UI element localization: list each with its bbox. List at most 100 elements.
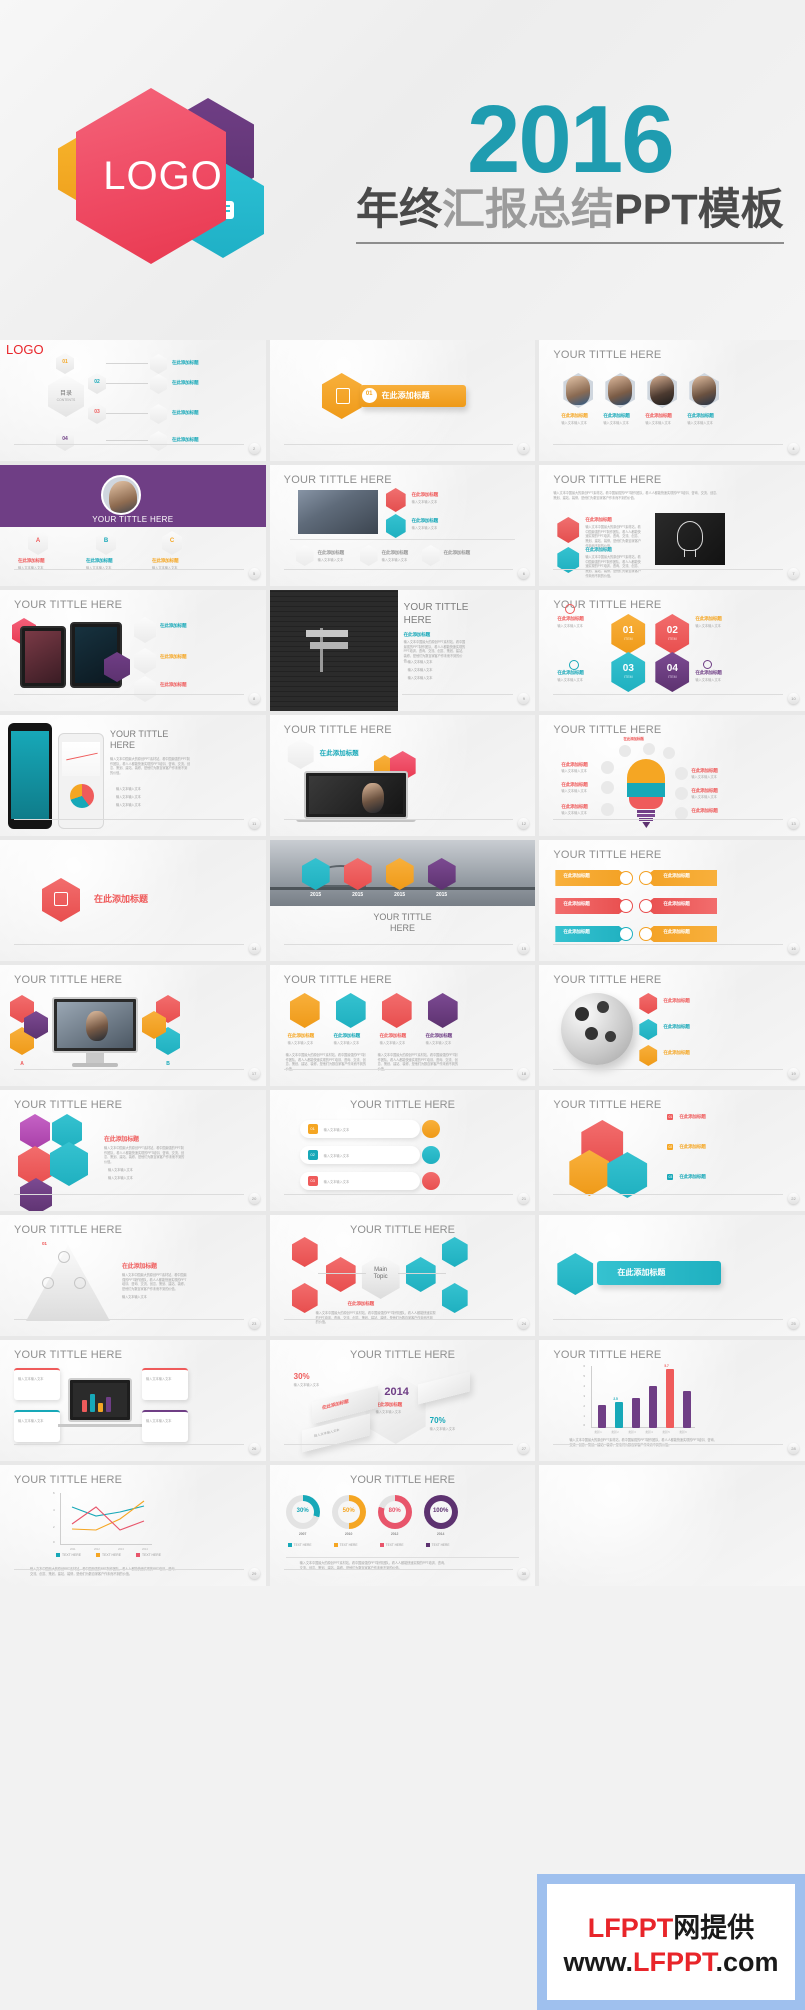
arrow-bar-icon — [619, 871, 634, 885]
slide-thumbnail[interactable]: YOUR TITTLE HERE 6 4 2 0 2011 2012 2013 … — [0, 1465, 266, 1586]
bulb-callout-text: 输入文本输入文本 — [561, 811, 587, 815]
legend-swatch-red — [136, 1553, 140, 1558]
slide-title: YOUR TITTLE HERE — [283, 974, 392, 986]
slide-number: 29 — [248, 1568, 260, 1579]
section-label: 在此添加标题 — [403, 632, 431, 637]
pyramid-body: 输入文本中国最大的原创PPT素材站，看中国最强的PPT制作团队，看人人都能快速实… — [122, 1273, 187, 1291]
contents-number: 02 — [94, 379, 100, 385]
hex-callout-text: 输入文本输入文本 — [557, 678, 583, 682]
slide-thumbnail[interactable]: YOUR TITTLE HERE 在此添加标题 输入文本输入文本 在此添加标题 … — [269, 965, 536, 1086]
slide-thumbnail[interactable]: YOUR TITTLE HERE 01 输入文本输入文本 02 输入文本输入文本… — [269, 1090, 536, 1211]
slide-title: YOUR TITTLE HERE — [14, 974, 123, 986]
slide-thumbnail[interactable]: YOUR TITTLE HERE 在此添加标题 在此添加标题 在此添加标题 19 — [539, 965, 805, 1086]
slide-thumbnail[interactable]: LOGO 目录 CONTENTS 01 02 03 04 在此添加标题 在此添加… — [0, 340, 266, 461]
slide-thumbnail[interactable]: YOUR TITTLE HERE A B C 在此添加标题 输入文本输入文本 在… — [0, 465, 266, 586]
x-tick: 类别 2 — [611, 1431, 619, 1434]
slide-thumbnail[interactable]: YOUR TITTLE HERE 输入文本中国最大的原创PPT素材站，看中国最强… — [539, 465, 805, 586]
percent-label: 30% — [293, 1372, 310, 1381]
slide-thumbnail[interactable]: YOUR TITTLE HERE 在此添加标题 输入文本中国最大的原创PPT素材… — [269, 590, 536, 711]
row-text: 输入文本输入文本 — [323, 1180, 350, 1184]
title-underline — [356, 241, 784, 244]
person-photo — [86, 1011, 108, 1041]
bullet-label: 在此添加标题 — [663, 998, 690, 1003]
bulb-base-2 — [637, 814, 656, 817]
line-chart-plot: 6 4 2 0 2011 2012 2013 2014 — [53, 1491, 152, 1551]
slide-thumbnail[interactable]: YOUR TITTLE HERE 在此添加标题 输入文本中国最大的原创PPT素材… — [0, 1090, 266, 1211]
bar — [683, 1391, 692, 1428]
watermark-overlay: LFPPT网提供 www.LFPPT.com — [537, 1874, 805, 2010]
slide-thumbnail[interactable]: YOUR TITTLE HERE 输入文本输入文本 输入文本输入文本 输入文本输… — [0, 1340, 266, 1461]
idea-photo — [655, 513, 726, 565]
slide-number: 10 — [787, 693, 799, 704]
hex-number: 03 — [622, 663, 634, 674]
hub-connector — [397, 1273, 446, 1274]
slide-thumbnail[interactable]: YOUR TITTLE HERE 在此添加标题 在此添加标题 在此添加标题 在此… — [539, 840, 805, 961]
slide-title: YOUR TITTLE HERE — [283, 724, 392, 736]
row-badge: 01 — [307, 1124, 318, 1134]
timeline-year: 2015 — [436, 892, 448, 898]
slide-thumbnail[interactable]: YOUR TITTLE HERE 在此添加标题 输入文本输入文本 在此添加标题 … — [539, 340, 805, 461]
avatar — [566, 376, 591, 405]
monitor-device — [52, 997, 138, 1053]
slide-thumbnail[interactable]: 在此添加标题 14 — [0, 840, 266, 961]
slide-thumbnail[interactable]: 01 在此添加标题 3 — [269, 340, 536, 461]
hex-text: 输入文本输入文本 — [425, 1041, 452, 1045]
row-icon — [421, 1172, 440, 1190]
x-tick: 类别 4 — [645, 1431, 653, 1434]
slide-thumbnail[interactable]: YOUR TITTLE HERE 2014 在此添加标题 输入文本输入文本 在此… — [269, 1340, 536, 1461]
bulb-tip — [642, 822, 651, 828]
chart-icon — [601, 781, 615, 794]
slide-thumbnail[interactable]: YOUR TITTLE HERE 输入文本中国最大的原创PPT素材站，看中国最强… — [0, 715, 266, 836]
banner-hexagon — [557, 1253, 594, 1295]
slide-thumbnail[interactable]: YOUR TITTLE HERE 6 5 4 3 2 1 0 2.5 5.7 类… — [539, 1340, 805, 1461]
row-text: 输入文本输入文本 — [323, 1154, 350, 1158]
slide-title: YOUR TITTLE HERE — [553, 1349, 662, 1361]
footer-line — [283, 1319, 514, 1320]
slide-number: 8 — [248, 693, 260, 704]
timeline-label: 在此添加标题 — [375, 1402, 403, 1407]
slide-thumbnail[interactable]: YOUR TITTLE HERE 30% 2007 50% 2010 80% 2… — [269, 1465, 536, 1586]
stack-badge: 01 — [667, 1114, 674, 1120]
hex-callout-text: 输入文本输入文本 — [695, 678, 721, 682]
subtitle-part-1: 年终 — [356, 186, 442, 235]
connector-line — [106, 363, 148, 364]
x-tick: 2013 — [118, 1548, 124, 1551]
slide-thumbnail[interactable]: YOUR TITTLE HERE 01 ITEM 02 ITEM 03 ITEM… — [539, 590, 805, 711]
document-icon — [54, 892, 68, 906]
bar — [615, 1402, 624, 1428]
x-tick: 类别 1 — [594, 1431, 602, 1434]
x-tick: 2012 — [94, 1548, 100, 1551]
laptop-screen — [308, 776, 403, 814]
monitor-base — [72, 1063, 118, 1067]
hex-callout-text: 输入文本输入文本 — [557, 624, 583, 628]
stack-label: 在此添加标题 — [679, 1114, 706, 1119]
percent-label: 70% — [429, 1416, 446, 1425]
tablet-screen — [25, 631, 61, 683]
slide-thumbnail[interactable]: YOUR TITTLE HERE A B 17 — [0, 965, 266, 1086]
slide-thumbnail[interactable]: YOUR TITTLE HERE Main Topic 在此添加标题 输入文本中国… — [269, 1215, 536, 1336]
section-title: 在此添加标题 — [381, 391, 430, 400]
slide-number: 21 — [518, 1193, 530, 1204]
footer-line — [553, 1194, 783, 1195]
list-icon-hex — [385, 514, 406, 538]
slide-thumbnail[interactable]: YOUR TITTLE HERE 01 在此添加标题 输入文本中国最大的原创PP… — [0, 1215, 266, 1336]
footer-line — [553, 819, 783, 820]
legend-label: TEXT HERE — [339, 1543, 358, 1547]
slide-thumbnail[interactable]: YOUR TITTLE HERE 01 在此添加标题 02 在此添加标题 03 … — [539, 1090, 805, 1211]
point-text: 输入文本中国最大的原创PPT素材站，看中国最强的PPT制作团队，看人人都能快速实… — [585, 555, 641, 578]
icon-hex-edit — [150, 354, 167, 374]
slide-number: 26 — [248, 1443, 260, 1454]
feature-icon-hex — [134, 676, 156, 702]
card-text: 输入文本输入文本 — [18, 1377, 44, 1381]
slide-thumbnail[interactable]: 在此添加标题 25 — [539, 1215, 805, 1336]
slide-thumbnail[interactable]: YOUR TITTLE HERE 在此添加标题 12 — [269, 715, 536, 836]
slide-thumbnail[interactable]: 2015 2015 2015 2015 YOUR TITTLE HERE 15 — [269, 840, 536, 961]
watermark-line-2: www.LFPPT.com — [563, 1947, 778, 1978]
slide-thumbnail[interactable]: YOUR TITTLE HERE 在此添加标题 在此添加标题 在此添加标题 8 — [0, 590, 266, 711]
footer-line — [553, 694, 783, 695]
slide-title: YOUR TITTLE HERE — [553, 349, 662, 361]
y-tick: 0 — [583, 1423, 585, 1427]
legend-swatch-teal — [287, 1543, 292, 1548]
slide-thumbnail[interactable]: YOUR TITTLE HERE 在此添加标题 输入文本输入文本 在此添加标题 … — [269, 465, 536, 586]
slide-thumbnail[interactable]: YOUR TITTLE HERE 在此添加标题 输入文本输入文本 在此添加标题 … — [539, 715, 805, 836]
